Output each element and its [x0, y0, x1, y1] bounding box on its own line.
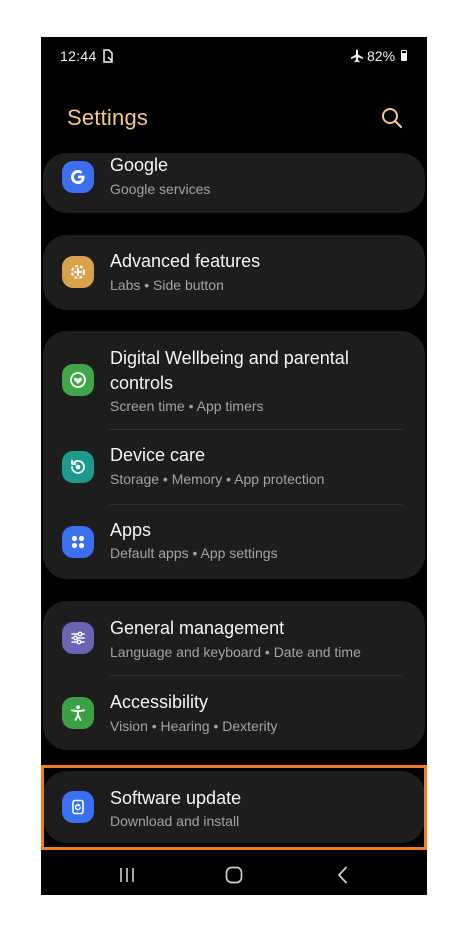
- google-icon: [62, 161, 94, 193]
- navigation-bar: [41, 854, 427, 895]
- wellbeing-heart-icon: [62, 364, 94, 396]
- settings-item-subtitle: Storage • Memory • App protection: [110, 471, 325, 487]
- settings-item-digital-wellbeing[interactable]: Digital Wellbeing and parental controls …: [43, 331, 425, 429]
- status-time: 12:44: [60, 48, 97, 64]
- search-icon: [382, 108, 403, 129]
- settings-item-subtitle: Labs • Side button: [110, 277, 224, 293]
- settings-item-device-care[interactable]: Device care Storage • Memory • App prote…: [43, 430, 425, 504]
- settings-item-subtitle: Language and keyboard • Date and time: [110, 644, 361, 660]
- sim-card-icon: [103, 49, 113, 63]
- card-software-update: Software update Download and install: [43, 771, 425, 843]
- settings-item-label: Google: [110, 155, 169, 175]
- sliders-icon: [62, 622, 94, 654]
- settings-item-label: Apps: [110, 520, 152, 540]
- recent-apps-icon: [120, 868, 134, 882]
- back-button[interactable]: [330, 862, 356, 888]
- settings-item-label: Software update: [110, 788, 242, 808]
- settings-item-subtitle: Download and install: [110, 813, 240, 829]
- settings-item-label: Advanced features: [110, 251, 261, 271]
- settings-item-label: Digital Wellbeing and parental controls: [110, 348, 349, 393]
- battery-icon: [401, 50, 407, 61]
- device-care-icon: [62, 451, 94, 483]
- card-advanced: Advanced features Labs • Side button: [43, 235, 425, 310]
- status-bar: 12:44 82%: [41, 37, 427, 77]
- settings-item-advanced-features[interactable]: Advanced features Labs • Side button: [43, 235, 425, 310]
- card-google: Google Google services: [43, 153, 425, 213]
- search-button[interactable]: [379, 105, 405, 131]
- phone-screen: 12:44 82% Settings Google Google service…: [41, 37, 427, 895]
- settings-item-general-management[interactable]: General management Language and keyboard…: [43, 601, 425, 675]
- software-update-icon: [62, 791, 94, 823]
- back-icon: [338, 866, 347, 884]
- recent-apps-button[interactable]: [114, 862, 140, 888]
- card-general-group: General management Language and keyboard…: [43, 601, 425, 750]
- battery-percentage: 82%: [367, 48, 396, 64]
- accessibility-person-icon: [62, 697, 94, 729]
- card-wellbeing-group: Digital Wellbeing and parental controls …: [43, 331, 425, 579]
- home-icon: [225, 866, 243, 884]
- page-title: Settings: [67, 105, 149, 130]
- settings-item-subtitle: Screen time • App timers: [110, 398, 264, 414]
- airplane-mode-icon: [351, 49, 363, 63]
- settings-item-label: General management: [110, 618, 285, 638]
- settings-item-google[interactable]: Google Google services: [43, 153, 425, 213]
- settings-item-subtitle: Google services: [110, 181, 211, 197]
- settings-item-software-update[interactable]: Software update Download and install: [43, 771, 425, 843]
- settings-item-subtitle: Vision • Hearing • Dexterity: [110, 718, 278, 734]
- settings-item-apps[interactable]: Apps Default apps • App settings: [43, 505, 425, 579]
- gear-plus-icon: [62, 256, 94, 288]
- home-button[interactable]: [221, 862, 247, 888]
- settings-item-subtitle: Default apps • App settings: [110, 545, 278, 561]
- settings-item-accessibility[interactable]: Accessibility Vision • Hearing • Dexteri…: [43, 676, 425, 750]
- settings-item-label: Device care: [110, 445, 206, 465]
- apps-grid-icon: [62, 526, 94, 558]
- settings-item-label: Accessibility: [110, 692, 209, 712]
